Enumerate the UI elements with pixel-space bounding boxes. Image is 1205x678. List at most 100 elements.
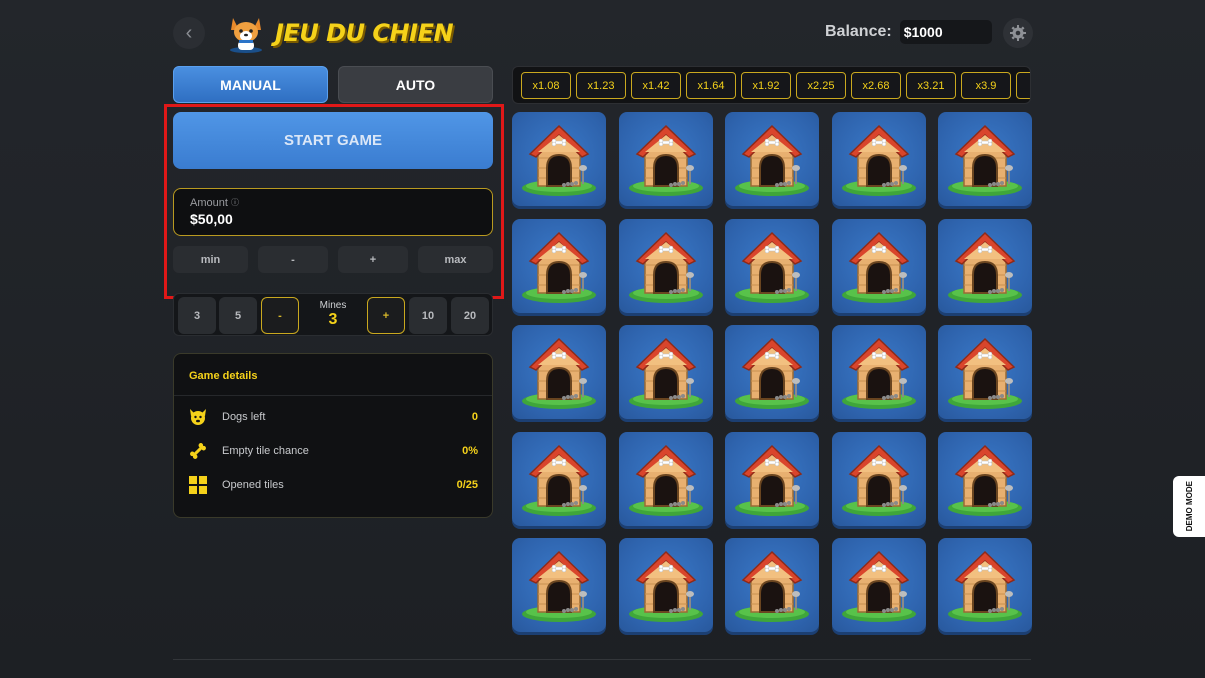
doghouse-icon [842,231,916,303]
board-tile[interactable] [832,112,926,206]
mines-preset-20[interactable]: 20 [451,297,489,334]
multiplier-chip: x1.08 [521,72,571,99]
board-tile[interactable] [938,432,1032,526]
doghouse-icon [735,550,809,622]
max-button[interactable]: max [418,246,493,273]
board-tile[interactable] [512,325,606,419]
board-tile[interactable] [619,432,713,526]
doghouse-icon [735,231,809,303]
demo-mode-label: DEMO MODE [1184,481,1194,532]
detail-row-empty-tile-chance: Empty tile chance 0% [188,441,478,461]
board-tile[interactable] [725,432,819,526]
amount-value: $50,00 [190,211,233,227]
board-tile[interactable] [512,432,606,526]
detail-value: 0% [462,445,478,457]
board-tile[interactable] [832,325,926,419]
game-details-panel: Game details Dogs left 0 Empty tile chan… [173,353,493,518]
multiplier-chip: x1.23 [576,72,626,99]
doghouse-icon [948,124,1022,196]
board-tile[interactable] [832,219,926,313]
multiplier-chip: x1.64 [686,72,736,99]
board-tile[interactable] [619,219,713,313]
detail-value: 0/25 [456,479,478,491]
divider [173,659,1031,660]
multiplier-chip-partial [1016,72,1030,99]
multiplier-chip: x2.68 [851,72,901,99]
bone-icon [190,443,206,459]
mines-value: 3 [328,311,338,328]
doghouse-icon [842,444,916,516]
gear-icon [1010,25,1026,41]
detail-value: 0 [471,411,478,423]
doghouse-icon [522,444,596,516]
detail-label: Dogs left [222,411,266,423]
doghouse-icon [735,337,809,409]
doghouse-icon [522,231,596,303]
decrease-button[interactable]: - [258,246,328,273]
mines-preset-10[interactable]: 10 [409,297,447,334]
doghouse-icon [522,337,596,409]
back-button[interactable]: ‹ [173,17,205,49]
grid-icon [189,476,207,494]
game-title: JEU DU CHIEN [275,19,454,47]
corgi-logo-icon [230,18,262,53]
doghouse-icon [842,550,916,622]
settings-button[interactable] [1003,18,1033,48]
details-title: Game details [189,370,258,382]
doghouse-icon [948,337,1022,409]
demo-mode-badge: DEMO MODE [1173,476,1205,537]
tab-auto[interactable]: AUTO [338,66,493,103]
board-tile[interactable] [725,112,819,206]
multiplier-chip: x1.92 [741,72,791,99]
detail-row-dogs-left: Dogs left 0 [188,407,478,427]
doghouse-icon [629,124,703,196]
board-tile[interactable] [938,325,1032,419]
board-tile[interactable] [938,112,1032,206]
multiplier-chip: x3.9 [961,72,1011,99]
multiplier-chip: x1.42 [631,72,681,99]
mines-count: Mines 3 [302,300,364,329]
game-logo: JEU DU CHIEN [225,12,454,54]
board-tile[interactable] [725,538,819,632]
balance-value: $1000 [899,20,992,44]
doghouse-icon [629,444,703,516]
doghouse-icon [948,444,1022,516]
doghouse-icon [735,124,809,196]
board-tile[interactable] [619,538,713,632]
board-tile[interactable] [619,112,713,206]
doghouse-icon [735,444,809,516]
doghouse-icon [522,550,596,622]
multiplier-chip: x3.21 [906,72,956,99]
doghouse-icon [948,231,1022,303]
board-tile[interactable] [619,325,713,419]
board-tile[interactable] [512,538,606,632]
min-button[interactable]: min [173,246,248,273]
chevron-left-icon: ‹ [185,21,193,44]
multiplier-chip: x2.25 [796,72,846,99]
tab-manual[interactable]: MANUAL [173,66,328,103]
mines-preset-3[interactable]: 3 [178,297,216,334]
board-tile[interactable] [938,219,1032,313]
detail-label: Opened tiles [222,479,284,491]
board-tile[interactable] [725,325,819,419]
doghouse-icon [629,231,703,303]
divider [174,395,492,396]
dog-face-icon [190,409,206,425]
doghouse-icon [629,337,703,409]
board-tile[interactable] [832,538,926,632]
start-game-button[interactable]: START GAME [173,112,493,169]
board-tile[interactable] [725,219,819,313]
doghouse-icon [948,550,1022,622]
board-tile[interactable] [512,112,606,206]
board-tile[interactable] [512,219,606,313]
mines-preset-5[interactable]: 5 [219,297,257,334]
mines-increase-button[interactable]: + [367,297,405,334]
doghouse-icon [522,124,596,196]
amount-field[interactable]: Amount ⓘ $50,00 [173,188,493,236]
detail-label: Empty tile chance [222,445,309,457]
increase-button[interactable]: + [338,246,408,273]
board-tile[interactable] [832,432,926,526]
board-tile[interactable] [938,538,1032,632]
mines-decrease-button[interactable]: - [261,297,299,334]
detail-row-opened-tiles: Opened tiles 0/25 [188,475,478,495]
